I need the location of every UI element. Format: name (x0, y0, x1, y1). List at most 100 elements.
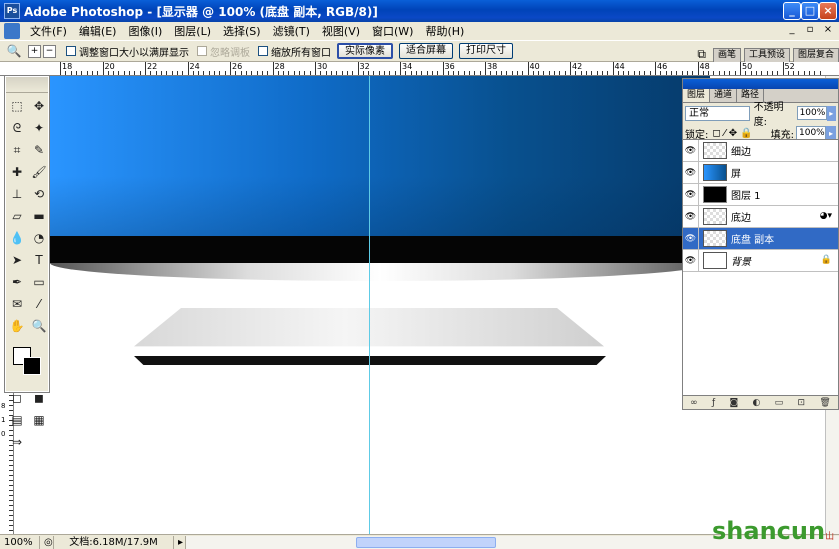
history-brush-tool-icon[interactable]: ⟲ (29, 184, 49, 204)
menu-view[interactable]: 视图(V) (316, 23, 366, 39)
visibility-eye-icon[interactable]: 👁 (683, 161, 699, 184)
zoom-tool-icon[interactable]: 🔍 (29, 316, 49, 336)
palette-tab-tool-presets[interactable]: 工具预设 (743, 48, 790, 62)
visibility-eye-icon[interactable]: 👁 (683, 249, 699, 272)
zoom-out-icon[interactable]: − (43, 44, 56, 58)
ruler-minor-tick (9, 480, 13, 481)
zoom-in-icon[interactable]: + (28, 44, 41, 58)
brush-tool-icon[interactable]: 🖌 (29, 162, 49, 182)
palette-tab-brushes[interactable]: 画笔 (712, 48, 741, 62)
visibility-eye-icon[interactable]: 👁 (683, 205, 699, 228)
checkbox-box[interactable] (258, 46, 268, 56)
visibility-eye-icon[interactable]: 👁 (683, 139, 699, 162)
opacity-field[interactable]: 100% (796, 106, 827, 120)
menu-edit[interactable]: 编辑(E) (73, 23, 123, 39)
zoom-all-checkbox[interactable]: 缩放所有窗口 (258, 44, 331, 59)
layer-row[interactable]: 👁 屏 (683, 161, 838, 184)
tab-channels[interactable]: 通道 (710, 89, 738, 102)
menu-help[interactable]: 帮助(H) (419, 23, 470, 39)
screen-mode-icon[interactable]: ▤ (7, 410, 27, 430)
ruler-minor-tick (463, 71, 465, 75)
scroll-thumb[interactable] (356, 536, 496, 548)
doc-restore-button[interactable]: ▫ (803, 24, 817, 35)
eraser-tool-icon[interactable]: ▱ (7, 206, 27, 226)
checkbox-box[interactable] (66, 46, 76, 56)
visibility-eye-icon[interactable]: 👁 (683, 227, 699, 250)
maximize-button[interactable]: □ (801, 2, 819, 20)
crop-tool-icon[interactable]: ⌗ (7, 140, 27, 160)
magic-wand-tool-icon[interactable]: ✦ (29, 118, 49, 138)
layers-panel-titlebar[interactable] (683, 79, 838, 89)
zoom-all-label: 缩放所有窗口 (271, 47, 331, 59)
menu-file[interactable]: 文件(F) (24, 23, 73, 39)
hand-tool-icon[interactable]: ✋ (7, 316, 27, 336)
ruler-minor-tick (362, 71, 364, 75)
print-size-button[interactable]: 打印尺寸 (459, 43, 513, 59)
doc-minimize-button[interactable]: _ (785, 24, 799, 35)
ruler-minor-tick (692, 71, 694, 75)
dodge-tool-icon[interactable]: ◔ (29, 228, 49, 248)
standard-mode-icon[interactable]: ◻ (7, 388, 27, 408)
close-button[interactable]: × (819, 2, 837, 20)
ruler-minor-tick (745, 71, 747, 75)
eyedropper-tool-icon[interactable]: ⁄ (29, 294, 49, 314)
fit-screen-button[interactable]: 适合屏幕 (399, 43, 453, 59)
palette-tab-layer-comps[interactable]: 图层复合 (792, 48, 839, 62)
vertical-guide-line[interactable] (369, 76, 370, 534)
healing-brush-tool-icon[interactable]: ✚ (7, 162, 27, 182)
blend-mode-select[interactable]: 正常 (685, 105, 750, 121)
clone-stamp-tool-icon[interactable]: ⊥ (7, 184, 27, 204)
resize-windows-checkbox[interactable]: 调整窗口大小以满屏显示 (66, 44, 189, 59)
delete-layer-icon[interactable]: 🗑 (819, 398, 830, 408)
layer-row[interactable]: 👁 底边 ◕▾ (683, 205, 838, 228)
status-menu-arrow-icon[interactable]: ▸ (174, 535, 186, 549)
layer-row[interactable]: 👁 细边 (683, 139, 838, 162)
menu-filter[interactable]: 滤镜(T) (267, 23, 316, 39)
rectangle-tool-icon[interactable]: ▭ (29, 272, 49, 292)
add-mask-icon[interactable]: ◙ (729, 398, 738, 408)
gradient-tool-icon[interactable]: ▬ (29, 206, 49, 226)
blur-tool-icon[interactable]: 💧 (7, 228, 27, 248)
minimize-button[interactable]: _ (783, 2, 801, 20)
menu-layer[interactable]: 图层(L) (168, 23, 217, 39)
layer-style-icon[interactable]: ƒ (712, 398, 715, 408)
layer-row-selected[interactable]: 👁 底盘 副本 (683, 227, 838, 250)
ruler-label: 18 (62, 62, 73, 71)
doc-close-button[interactable]: × (821, 24, 835, 35)
fill-field[interactable]: 100% (796, 126, 826, 140)
tab-layers[interactable]: 图层 (683, 89, 711, 102)
layer-row[interactable]: 👁 背景 🔒 (683, 249, 838, 272)
path-selection-tool-icon[interactable]: ➤ (7, 250, 27, 270)
zoom-tool-icon[interactable]: 🔍 (0, 44, 28, 58)
actual-pixels-button[interactable]: 实际像素 (337, 43, 393, 59)
menu-image[interactable]: 图像(I) (122, 23, 168, 39)
link-icon[interactable]: ∞ (690, 398, 698, 408)
ruler-minor-tick (176, 71, 178, 75)
ruler-minor-tick (665, 71, 667, 75)
new-layer-icon[interactable]: ⊡ (798, 398, 806, 408)
full-screen-mode-icon[interactable]: ▦ (29, 410, 49, 430)
toolbox-header[interactable] (6, 77, 48, 93)
type-tool-icon[interactable]: T (29, 250, 49, 270)
pen-tool-icon[interactable]: ✒ (7, 272, 27, 292)
layer-effects-icon[interactable]: ◕▾ (820, 211, 832, 221)
lock-icons[interactable]: ◻ ⁄ ✥ 🔒 (712, 128, 752, 139)
horizontal-ruler[interactable]: 18 20 22 24 26 28 30 32 34 36 38 40 42 44 46 48 50 52 (0, 62, 839, 76)
menu-window[interactable]: 窗口(W) (366, 23, 419, 39)
lasso-tool-icon[interactable]: ᘓ (7, 118, 27, 138)
menu-select[interactable]: 选择(S) (217, 23, 267, 39)
quick-mask-mode-icon[interactable]: ◼ (29, 388, 49, 408)
visibility-eye-icon[interactable]: 👁 (683, 183, 699, 206)
zoom-level[interactable]: 100% (0, 535, 40, 549)
move-tool-icon[interactable]: ✥ (29, 96, 49, 116)
ruler-minor-tick (75, 71, 77, 75)
notes-tool-icon[interactable]: ✉ (7, 294, 27, 314)
background-color-swatch[interactable] (23, 357, 41, 375)
adjustment-layer-icon[interactable]: ◐ (753, 398, 761, 408)
jump-to-imageready-icon[interactable]: ⇒ (7, 432, 27, 452)
new-group-icon[interactable]: ▭ (775, 398, 784, 408)
opacity-arrow-icon[interactable]: ▸ (826, 105, 836, 121)
slice-tool-icon[interactable]: ✎ (29, 140, 49, 160)
marquee-tool-icon[interactable]: ⬚ (7, 96, 27, 116)
layer-row[interactable]: 👁 图层 1 (683, 183, 838, 206)
